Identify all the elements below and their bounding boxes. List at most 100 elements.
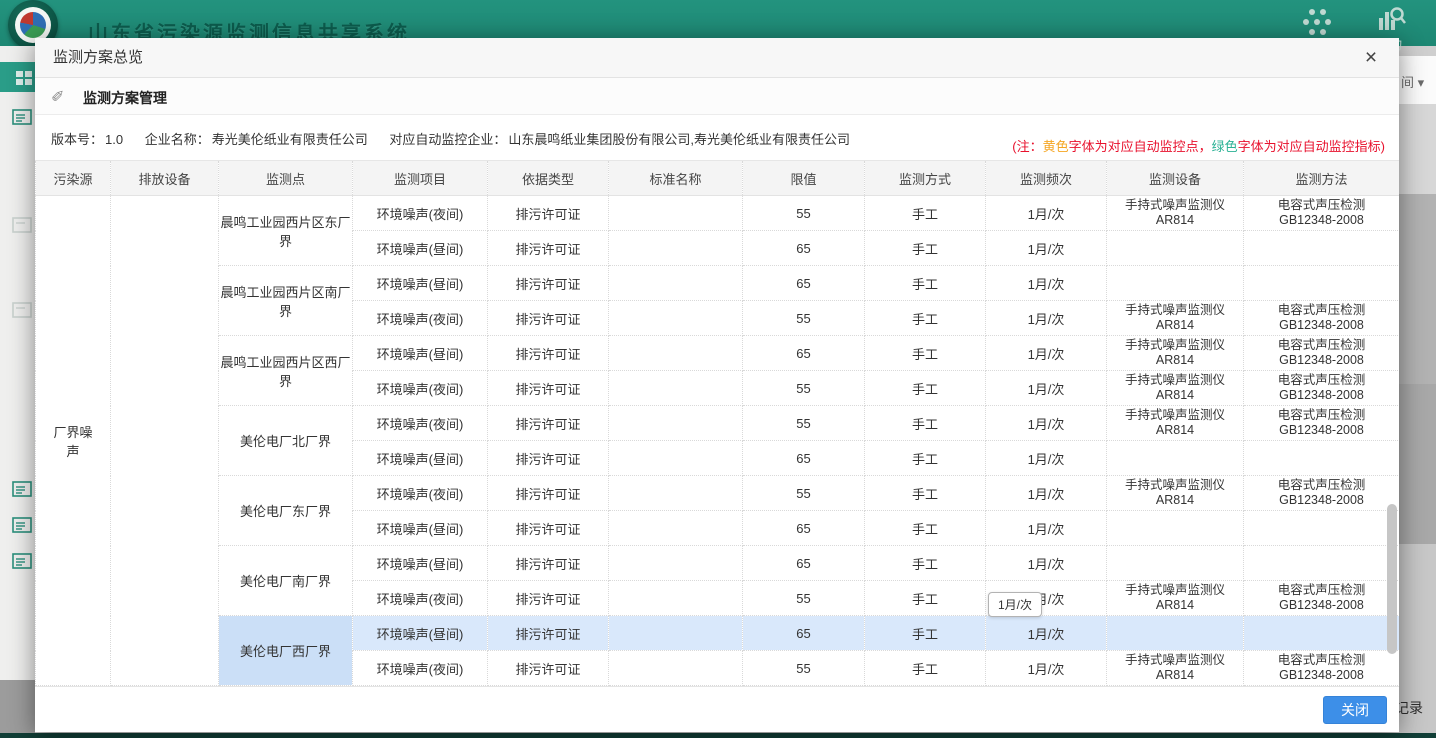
- table-cell: 环境噪声(昼间): [353, 266, 488, 301]
- table-row[interactable]: 美伦电厂东厂界环境噪声(夜间)排污许可证55手工1月/次手持式噪声监测仪 AR8…: [36, 476, 1400, 511]
- column-header: 监测方法: [1244, 161, 1400, 196]
- table-cell: 排污许可证: [488, 231, 609, 266]
- table-cell: 排污许可证: [488, 441, 609, 476]
- table-cell: [1244, 231, 1400, 266]
- company-label: 企业名称：: [145, 132, 210, 147]
- table-cell: 排污许可证: [488, 581, 609, 616]
- table-cell: 环境噪声(昼间): [353, 546, 488, 581]
- table-cell: 手工: [865, 196, 986, 231]
- table-row[interactable]: 美伦电厂北厂界环境噪声(夜间)排污许可证55手工1月/次手持式噪声监测仪 AR8…: [36, 406, 1400, 441]
- document-icon[interactable]: [12, 216, 32, 234]
- table-cell: 环境噪声(昼间): [353, 511, 488, 546]
- table-cell: [1107, 546, 1244, 581]
- table-cell: 65: [743, 546, 865, 581]
- table-cell: 55: [743, 651, 865, 686]
- auto-company-value: 山东晨鸣纸业集团股份有限公司,寿光美伦纸业有限责任公司: [508, 132, 850, 147]
- table-cell: [1107, 266, 1244, 301]
- table-cell: 1月/次: [986, 546, 1107, 581]
- table-cell: 手持式噪声监测仪 AR814: [1107, 196, 1244, 231]
- monitor-point-cell: 美伦电厂东厂界: [219, 476, 353, 546]
- table-cell: 1月/次: [986, 266, 1107, 301]
- table-cell: 手工: [865, 651, 986, 686]
- table-cell: 环境噪声(夜间): [353, 476, 488, 511]
- close-button[interactable]: 关闭: [1323, 696, 1387, 724]
- table-cell: 电容式声压检测 GB12348-2008: [1244, 476, 1400, 511]
- table-cell: 排污许可证: [488, 476, 609, 511]
- column-header: 限值: [743, 161, 865, 196]
- table-cell: 手工: [865, 546, 986, 581]
- table-cell: 排污许可证: [488, 546, 609, 581]
- monitor-point-cell: 晨鸣工业园西片区西厂界: [219, 336, 353, 406]
- document-icon[interactable]: [12, 516, 32, 534]
- version-value: 1.0: [105, 132, 123, 147]
- table-cell: 手工: [865, 476, 986, 511]
- table-cell: 环境噪声(夜间): [353, 581, 488, 616]
- monitor-point-cell: 美伦电厂北厂界: [219, 406, 353, 476]
- company-value: 寿光美伦纸业有限责任公司: [212, 132, 368, 147]
- table-row[interactable]: 厂界噪声晨鸣工业园西片区东厂界环境噪声(夜间)排污许可证55手工1月/次手持式噪…: [36, 196, 1400, 231]
- document-icon[interactable]: [12, 480, 32, 498]
- table-cell: 55: [743, 371, 865, 406]
- table-cell: [1244, 546, 1400, 581]
- table-row[interactable]: 晨鸣工业园西片区南厂界环境噪声(昼间)排污许可证65手工1月/次: [36, 266, 1400, 301]
- table-cell: [609, 301, 743, 336]
- table-row[interactable]: 美伦电厂西厂界环境噪声(昼间)排污许可证65手工1月/次: [36, 616, 1400, 651]
- table-row[interactable]: 美伦电厂南厂界环境噪声(昼间)排污许可证65手工1月/次: [36, 546, 1400, 581]
- document-icon[interactable]: [12, 108, 32, 126]
- table-cell: 65: [743, 441, 865, 476]
- table-cell: [609, 546, 743, 581]
- table-cell: 手工: [865, 511, 986, 546]
- table-cell: 1月/次: [986, 336, 1107, 371]
- table-cell: 排污许可证: [488, 371, 609, 406]
- monitor-point-cell: 美伦电厂西厂界: [219, 616, 353, 686]
- document-icon[interactable]: [12, 301, 32, 319]
- table-cell: 手持式噪声监测仪 AR814: [1107, 406, 1244, 441]
- table-cell: 55: [743, 301, 865, 336]
- column-header: 监测频次: [986, 161, 1107, 196]
- table-cell: 排污许可证: [488, 266, 609, 301]
- table-cell: [1107, 231, 1244, 266]
- table-cell: 电容式声压检测 GB12348-2008: [1244, 581, 1400, 616]
- section-title: 监测方案管理: [83, 88, 167, 108]
- table-cell: 1月/次: [986, 616, 1107, 651]
- time-dropdown-partial[interactable]: 间 ▾: [1401, 72, 1424, 91]
- table-cell: 1月/次: [986, 301, 1107, 336]
- table-cell: 手工: [865, 581, 986, 616]
- plan-table-wrap: 污染源排放设备监测点监测项目依据类型标准名称限值监测方式监测频次监测设备监测方法…: [35, 160, 1399, 686]
- table-row[interactable]: 晨鸣工业园西片区西厂界环境噪声(昼间)排污许可证65手工1月/次手持式噪声监测仪…: [36, 336, 1400, 371]
- apps-grid-icon[interactable]: [1303, 9, 1333, 39]
- close-icon[interactable]: ×: [1359, 46, 1383, 70]
- table-cell: 1月/次: [986, 441, 1107, 476]
- table-cell: 排污许可证: [488, 336, 609, 371]
- table-cell: [1244, 511, 1400, 546]
- table-cell: 环境噪声(夜间): [353, 301, 488, 336]
- pen-icon: ✐: [51, 87, 64, 107]
- monitoring-plan-modal: 监测方案总览 × ✐ 监测方案管理 版本号：1.0 企业名称：寿光美伦纸业有限责…: [35, 38, 1399, 732]
- table-cell: 环境噪声(夜间): [353, 406, 488, 441]
- table-cell: [609, 581, 743, 616]
- table-cell: 电容式声压检测 GB12348-2008: [1244, 406, 1400, 441]
- record-text-partial: 记录: [1395, 698, 1423, 718]
- table-cell: 手工: [865, 406, 986, 441]
- table-cell: 环境噪声(昼间): [353, 336, 488, 371]
- table-cell: 环境噪声(昼间): [353, 616, 488, 651]
- table-cell: 排污许可证: [488, 616, 609, 651]
- modal-footer: 关闭: [35, 686, 1399, 732]
- document-icon[interactable]: [12, 552, 32, 570]
- table-cell: [1244, 266, 1400, 301]
- vertical-scrollbar[interactable]: [1387, 504, 1397, 654]
- version-label: 版本号：: [51, 132, 103, 147]
- table-cell: [609, 231, 743, 266]
- table-cell: 65: [743, 616, 865, 651]
- table-cell: 65: [743, 511, 865, 546]
- table-cell: 手工: [865, 441, 986, 476]
- sidebar-item-dashboard[interactable]: [0, 62, 35, 92]
- table-cell: [1244, 441, 1400, 476]
- table-cell: [609, 336, 743, 371]
- table-cell: [1107, 616, 1244, 651]
- column-header: 排放设备: [111, 161, 219, 196]
- table-cell: 1月/次: [986, 371, 1107, 406]
- table-cell: 排污许可证: [488, 196, 609, 231]
- table-cell: 环境噪声(夜间): [353, 651, 488, 686]
- table-cell: 排污许可证: [488, 406, 609, 441]
